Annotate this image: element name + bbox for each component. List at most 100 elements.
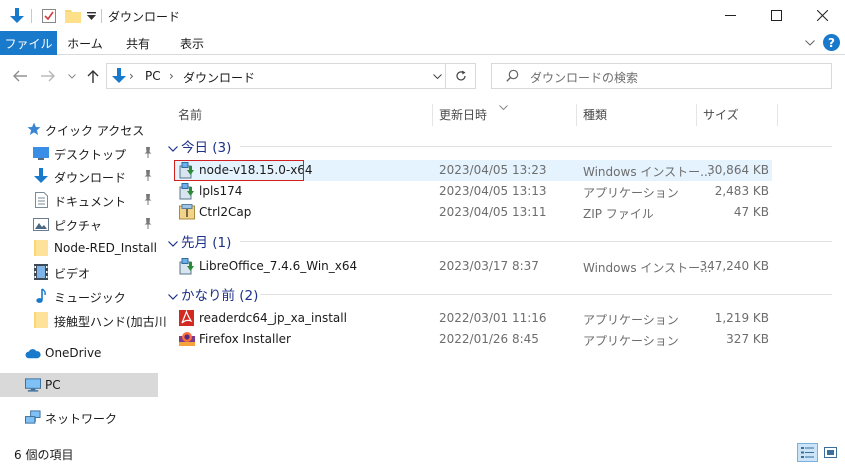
tab-home[interactable]: ホーム bbox=[60, 31, 110, 55]
nav-label: ピクチャ bbox=[54, 219, 102, 233]
separator bbox=[31, 9, 32, 23]
expand-ribbon-icon[interactable] bbox=[803, 35, 817, 51]
file-date: 2023/04/05 13:11 bbox=[439, 205, 547, 219]
refresh-icon[interactable] bbox=[447, 64, 475, 88]
tab-view[interactable]: 表示 bbox=[166, 31, 218, 55]
file-date: 2022/03/01 11:16 bbox=[439, 311, 547, 325]
nav-item-music[interactable]: ミュージック bbox=[0, 285, 158, 307]
pin-icon[interactable] bbox=[143, 194, 153, 208]
file-name: Firefox Installer bbox=[199, 332, 291, 346]
nav-label: 接触型ハンド(加古川 bbox=[54, 315, 167, 329]
group-title: 先月 (1) bbox=[181, 235, 232, 251]
nav-label: PC bbox=[45, 378, 61, 392]
address-dropdown-icon[interactable] bbox=[427, 64, 447, 88]
nav-item-pictures[interactable]: ピクチャ bbox=[0, 213, 158, 235]
column-divider[interactable] bbox=[777, 104, 778, 126]
group-header-today[interactable]: 今日 (3) bbox=[166, 136, 832, 156]
file-row[interactable]: LibreOffice_7.4.6_Win_x64 2023/03/17 8:3… bbox=[174, 256, 772, 277]
picture-icon bbox=[33, 216, 49, 232]
back-button[interactable] bbox=[10, 64, 30, 88]
nav-label: デスクトップ bbox=[54, 148, 127, 162]
document-icon bbox=[33, 192, 49, 208]
file-size: 2,483 KB bbox=[714, 184, 769, 198]
column-header-modified[interactable]: 更新日時 bbox=[433, 100, 576, 128]
column-header-size[interactable]: サイズ bbox=[697, 100, 777, 128]
column-header-type[interactable]: 種類 bbox=[577, 100, 696, 128]
nav-label: ビデオ bbox=[54, 267, 91, 281]
file-date: 2023/04/05 13:23 bbox=[439, 163, 547, 177]
nav-item-network[interactable]: ネットワーク bbox=[0, 406, 158, 428]
large-icons-view-button[interactable] bbox=[820, 443, 841, 462]
new-folder-icon[interactable] bbox=[62, 0, 84, 31]
breadcrumb-downloads[interactable]: ダウンロード bbox=[183, 69, 255, 86]
up-button[interactable] bbox=[84, 64, 102, 88]
star-icon bbox=[26, 121, 42, 137]
group-title: 今日 (3) bbox=[181, 140, 232, 156]
nav-item-documents[interactable]: ドキュメント bbox=[0, 189, 158, 211]
desktop-icon bbox=[33, 145, 49, 161]
help-icon[interactable]: ? bbox=[823, 34, 840, 51]
nav-item-videos[interactable]: ビデオ bbox=[0, 261, 158, 283]
tab-share[interactable]: 共有 bbox=[112, 31, 164, 55]
nav-label: ミュージック bbox=[54, 291, 126, 305]
properties-icon[interactable] bbox=[38, 0, 60, 31]
file-name: lpls174 bbox=[199, 184, 243, 198]
item-count: 6 個の項目 bbox=[14, 448, 74, 462]
chevron-down-icon bbox=[168, 236, 178, 247]
nav-label: ドキュメント bbox=[54, 195, 127, 209]
ribbon: ファイル ホーム 共有 表示 ? bbox=[0, 31, 845, 55]
nav-item-contact-hand[interactable]: 接触型ハンド(加古川 bbox=[0, 309, 167, 331]
search-input[interactable]: ダウンロードの検索 bbox=[530, 69, 638, 86]
nav-label: Node-RED_Install bbox=[54, 241, 157, 255]
column-header-name[interactable]: 名前 bbox=[172, 100, 432, 128]
address-bar[interactable]: › PC › ダウンロード bbox=[106, 63, 476, 89]
file-row[interactable]: Firefox Installer 2022/01/26 8:45 アプリケーシ… bbox=[174, 329, 772, 350]
file-row[interactable]: readerdc64_jp_xa_install 2022/03/01 11:1… bbox=[174, 308, 772, 329]
file-size: 327 KB bbox=[726, 332, 769, 346]
zip-icon bbox=[179, 204, 195, 220]
file-size: 1,219 KB bbox=[714, 311, 769, 325]
file-date: 2022/01/26 8:45 bbox=[439, 332, 539, 346]
breadcrumb-separator: › bbox=[169, 69, 174, 83]
file-date: 2023/03/17 8:37 bbox=[439, 259, 539, 273]
customize-toolbar-icon[interactable] bbox=[84, 0, 98, 31]
breadcrumb-pc[interactable]: PC bbox=[145, 69, 161, 83]
music-icon bbox=[33, 288, 49, 304]
minimize-button[interactable] bbox=[707, 0, 753, 31]
file-size: 347,240 KB bbox=[699, 259, 769, 273]
search-box[interactable]: ダウンロードの検索 bbox=[491, 63, 832, 89]
nav-label: ネットワーク bbox=[45, 412, 118, 426]
recent-locations-button[interactable] bbox=[64, 64, 80, 88]
computer-icon bbox=[25, 377, 41, 393]
separator bbox=[445, 64, 446, 88]
file-row[interactable]: node-v18.15.0-x64 2023/04/05 13:23 Windo… bbox=[174, 160, 772, 181]
nav-quick-access[interactable]: クイック アクセス bbox=[0, 118, 158, 140]
tab-file[interactable]: ファイル bbox=[0, 31, 57, 55]
nav-item-downloads[interactable]: ダウンロード bbox=[0, 165, 158, 187]
forward-button[interactable] bbox=[38, 64, 58, 88]
file-row[interactable]: lpls174 2023/04/05 13:13 アプリケーション 2,483 … bbox=[174, 181, 772, 202]
group-header-last-month[interactable]: 先月 (1) bbox=[166, 231, 832, 251]
nav-item-desktop[interactable]: デスクトップ bbox=[0, 142, 158, 164]
installer-icon bbox=[179, 258, 195, 275]
chevron-down-icon bbox=[168, 289, 178, 300]
group-divider bbox=[260, 294, 832, 295]
nav-item-onedrive[interactable]: OneDrive bbox=[0, 342, 158, 364]
video-icon bbox=[33, 264, 49, 280]
maximize-button[interactable] bbox=[753, 0, 799, 31]
acrobat-icon bbox=[179, 309, 195, 326]
details-view-button[interactable] bbox=[797, 443, 818, 462]
file-type: Windows インストー... bbox=[583, 165, 712, 179]
file-row[interactable]: Ctrl2Cap 2023/04/05 13:11 ZIP ファイル 47 KB bbox=[174, 202, 772, 223]
nav-item-node-red-install[interactable]: Node-RED_Install bbox=[0, 237, 158, 259]
pin-icon[interactable] bbox=[143, 218, 153, 232]
file-name: readerdc64_jp_xa_install bbox=[199, 311, 347, 325]
close-button[interactable] bbox=[799, 0, 845, 31]
quick-access-download-icon[interactable] bbox=[6, 0, 28, 31]
pin-icon[interactable] bbox=[143, 170, 153, 184]
chevron-down-icon bbox=[168, 141, 178, 152]
pin-icon[interactable] bbox=[143, 147, 153, 161]
nav-item-pc[interactable]: PC bbox=[0, 373, 158, 397]
group-header-long-ago[interactable]: かなり前 (2) bbox=[166, 284, 832, 304]
file-size: 30,864 KB bbox=[707, 163, 769, 177]
